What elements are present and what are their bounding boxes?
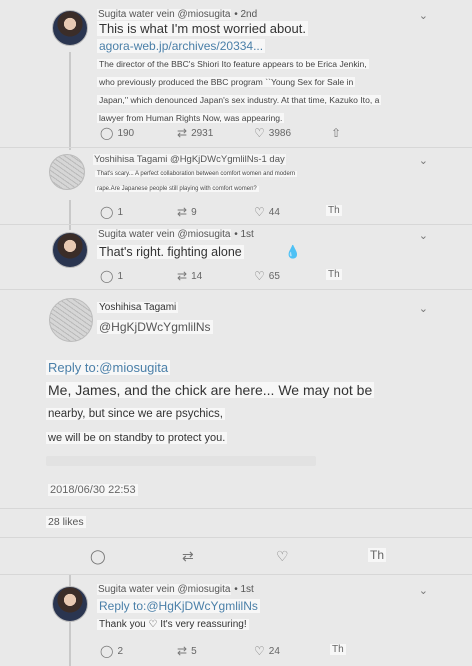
chevron-down-icon[interactable]: ⌄ (419, 584, 428, 597)
avatar[interactable] (49, 298, 93, 342)
avatar[interactable] (52, 232, 88, 268)
tweet-author-line: Sugita water vein @miosugita • 1st (97, 229, 254, 240)
reply-button[interactable]: ◯ 1 (100, 205, 123, 219)
retweet-button[interactable]: ⇄ 5 (177, 644, 197, 658)
tweet-link[interactable]: agora-web.jp/archives/20334... (97, 39, 266, 53)
droplet-icon: 💧 (285, 245, 301, 259)
like-icon: ♡ (254, 644, 265, 658)
link-card-text: The director of the BBC's Shiori Ito fea… (97, 59, 382, 123)
like-button[interactable]: ♡ (276, 548, 289, 565)
like-button[interactable]: ♡ 24 (254, 644, 280, 658)
tweet-text: This is what I'm most worried about. (97, 21, 308, 36)
author-name[interactable]: Sugita water vein @miosugita (97, 229, 232, 240)
tweet-text: Thank you ♡ It's very reassuring! (97, 619, 249, 630)
reply-to-link[interactable]: Reply to:@miosugita (46, 360, 171, 375)
focus-timestamp: 2018/06/30 22:53 (48, 484, 138, 496)
likes-count[interactable]: 28 likes (46, 516, 86, 528)
focus-text-line: we will be on standby to protect you. (46, 432, 228, 444)
avatar[interactable] (49, 154, 85, 190)
like-icon: ♡ (254, 126, 265, 140)
chevron-down-icon[interactable]: ⌄ (419, 229, 428, 242)
retweet-icon: ⇄ (182, 548, 194, 564)
tweet-author-line: Yoshihisa Tagami @HgKjDWcYgmlilNs-1 day (93, 154, 286, 165)
focus-author-name[interactable]: Yoshihisa Tagami (97, 302, 179, 313)
tweet-author-line: Sugita water vein @miosugita • 1st (97, 584, 254, 595)
focus-text-line: Me, James, and the chick are here... We … (46, 382, 375, 398)
focus-text-line: nearby, but since we are psychics, (46, 408, 225, 420)
share-icon: ⇧ (331, 126, 342, 140)
chevron-down-icon[interactable]: ⌄ (419, 154, 428, 167)
share-button[interactable]: Th (326, 205, 342, 216)
author-name[interactable]: Yoshihisa Tagami @HgKjDWcYgmlilNs-1 day (93, 154, 286, 165)
redacted-line (46, 456, 316, 466)
retweet-button[interactable]: ⇄ 14 (177, 269, 202, 283)
retweet-button[interactable]: ⇄ 2931 (177, 126, 213, 140)
retweet-icon: ⇄ (177, 205, 188, 219)
reply-button[interactable]: ◯ 2 (100, 644, 123, 658)
retweet-icon: ⇄ (177, 269, 188, 283)
author-name[interactable]: Sugita water vein @miosugita (97, 584, 232, 595)
reply-button[interactable]: ◯ (90, 548, 106, 565)
avatar[interactable] (52, 10, 88, 46)
tweet-time: 2nd (240, 9, 258, 20)
like-button[interactable]: ♡ 44 (254, 205, 280, 219)
like-icon: ♡ (254, 269, 265, 283)
share-button[interactable]: Th (330, 644, 346, 655)
avatar[interactable] (52, 586, 88, 622)
chevron-down-icon[interactable]: ⌄ (419, 9, 428, 22)
divider (0, 574, 472, 575)
reply-icon: ◯ (100, 126, 114, 140)
like-icon: ♡ (254, 205, 265, 219)
reply-to-link[interactable]: Reply to:@HgKjDWcYgmlilNs (97, 599, 260, 613)
divider (0, 224, 472, 225)
like-button[interactable]: ♡ 65 (254, 269, 280, 283)
reply-icon: ◯ (90, 548, 106, 564)
focus-actions: ◯ ⇄ ♡ Th (0, 548, 472, 566)
retweet-button[interactable]: ⇄ (182, 548, 194, 565)
tweet-actions: ◯ 190 ⇄ 2931 ♡ 3986 ⇧ (0, 126, 472, 140)
reply-icon: ◯ (100, 644, 114, 658)
tweet-actions: ◯ 2 ⇄ 5 ♡ 24 Th (0, 644, 472, 658)
like-button[interactable]: ♡ 3986 (254, 126, 291, 140)
reply-button[interactable]: ◯ 1 (100, 269, 123, 283)
divider (0, 147, 472, 148)
tweet-actions: ◯ 1 ⇄ 14 ♡ 65 Th (0, 269, 472, 283)
tweet-author-line: Sugita water vein @miosugita • 2nd (97, 9, 258, 20)
tweet-time: 1st (240, 229, 254, 240)
reply-button[interactable]: ◯ 190 (100, 126, 134, 140)
chevron-down-icon[interactable]: ⌄ (419, 302, 428, 315)
retweet-icon: ⇄ (177, 644, 188, 658)
retweet-icon: ⇄ (177, 126, 188, 140)
tweet-text: That's right. fighting alone 💧 (97, 245, 301, 259)
tweet-actions: ◯ 1 ⇄ 9 ♡ 44 Th (0, 205, 472, 219)
share-button[interactable]: ⇧ (331, 126, 341, 140)
like-icon: ♡ (276, 548, 289, 564)
author-name[interactable]: Sugita water vein @miosugita (97, 9, 232, 20)
divider (0, 537, 472, 538)
share-button[interactable]: Th (326, 269, 342, 280)
retweet-button[interactable]: ⇄ 9 (177, 205, 197, 219)
share-button[interactable]: Th (368, 548, 387, 562)
divider (0, 508, 472, 509)
reply-icon: ◯ (100, 269, 114, 283)
tweet-time: 1st (240, 584, 254, 595)
reply-icon: ◯ (100, 205, 114, 219)
tweet-text: That's scary... A perfect collaboration … (95, 171, 298, 192)
divider (0, 289, 472, 290)
focus-author-handle[interactable]: @HgKjDWcYgmlilNs (97, 320, 213, 334)
